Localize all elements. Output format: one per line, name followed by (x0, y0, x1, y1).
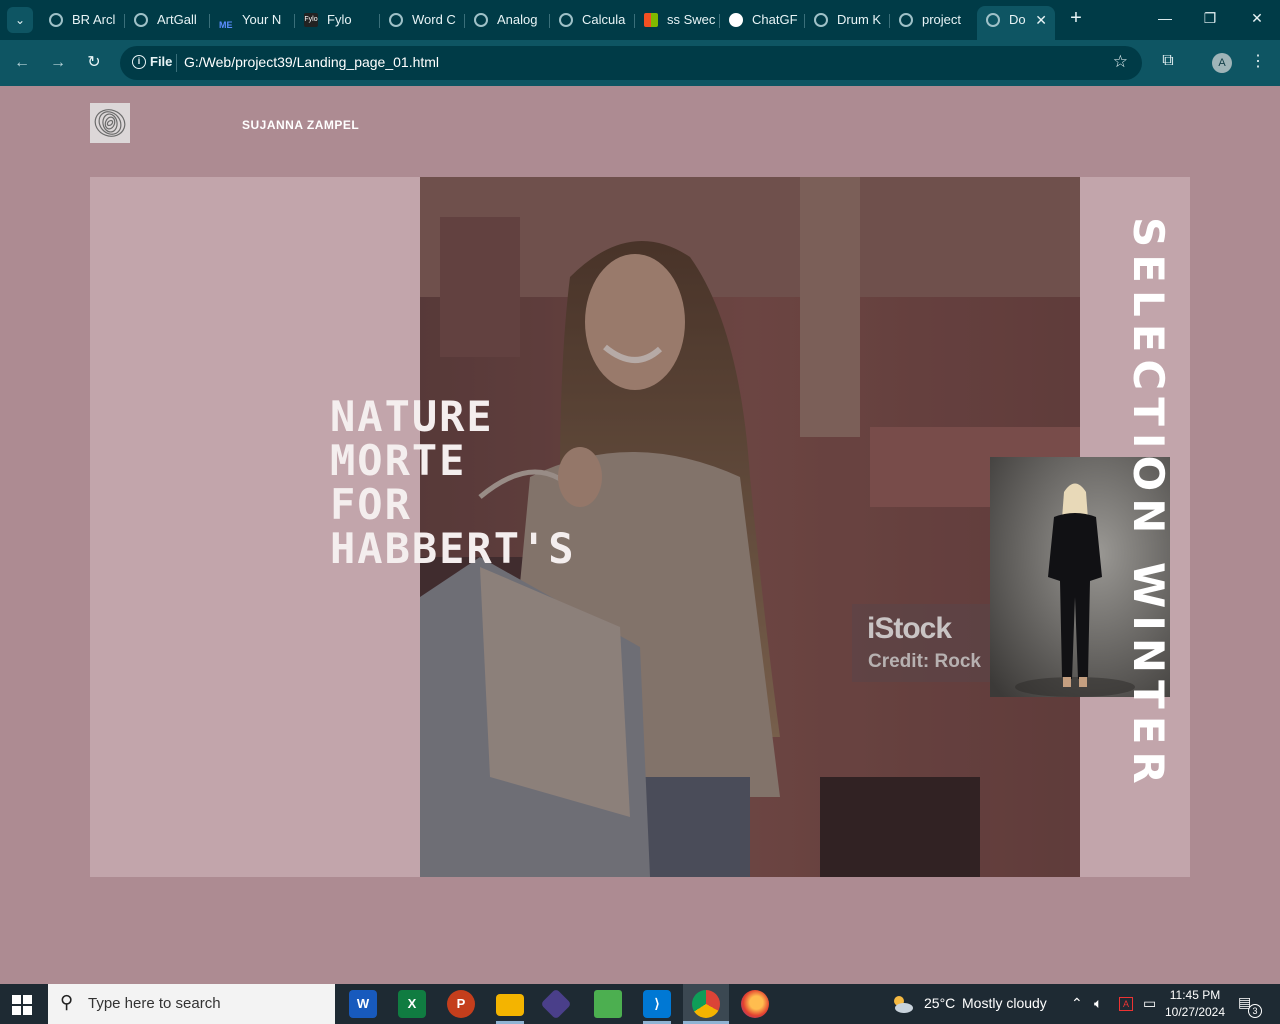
hero-title-line: HABBERT'S (330, 524, 576, 573)
browser-tab[interactable]: BR Arcl (40, 6, 125, 34)
bookmark-star-icon[interactable]: ☆ (1113, 52, 1128, 72)
windows-taskbar: ⚲ Type here to search W X P ⟩ 25°C Mostl… (0, 984, 1280, 1024)
address-bar[interactable]: i File G:/Web/project39/Landing_page_01.… (120, 46, 1142, 80)
hero-title: NATURE MORTE FOR HABBERT'S (330, 395, 690, 571)
close-window-icon[interactable]: ✕ (1247, 10, 1267, 27)
weather-temp[interactable]: 25°C (924, 995, 955, 1011)
notification-badge: 3 (1248, 1004, 1262, 1018)
chatgpt-icon (729, 13, 743, 27)
logo[interactable] (90, 103, 130, 143)
globe-icon (899, 13, 913, 27)
browser-tab[interactable]: Calcula (550, 6, 635, 34)
spiral-logo-icon (94, 109, 126, 137)
back-arrow-icon[interactable]: ← (12, 53, 32, 73)
browser-tab[interactable]: ChatGF (720, 6, 805, 34)
globe-icon (559, 13, 573, 27)
tab-search-button[interactable]: ⌄ (7, 7, 33, 33)
globe-icon (134, 13, 148, 27)
browser-tab-active[interactable]: Do ✕ (977, 6, 1055, 40)
pdf-tray-icon[interactable]: A (1119, 997, 1133, 1011)
windows-start-icon[interactable] (12, 995, 32, 1015)
browser-tab[interactable]: Analog (465, 6, 550, 34)
hero-title-line: FOR (330, 480, 412, 529)
taskbar-search-box[interactable]: ⚲ Type here to search (48, 984, 335, 1024)
chrome-icon[interactable] (692, 990, 720, 1018)
reload-icon[interactable]: ↻ (84, 53, 104, 73)
globe-icon (814, 13, 828, 27)
close-tab-icon[interactable]: ✕ (1035, 6, 1047, 34)
forward-arrow-icon[interactable]: → (48, 53, 68, 73)
hero-title-line: NATURE (330, 392, 494, 441)
weather-condition[interactable]: Mostly cloudy (962, 995, 1047, 1011)
grid-app-icon (644, 13, 658, 27)
globe-icon (389, 13, 403, 27)
powerpoint-icon[interactable]: P (447, 990, 475, 1018)
vscode-icon[interactable]: ⟩ (643, 990, 671, 1018)
watermark-credit: Credit: Rock (868, 651, 981, 672)
me-icon: ME (219, 20, 233, 30)
chevron-up-icon[interactable]: ⌃ (1071, 995, 1083, 1012)
browser-toolbar: ← → ↻ i File G:/Web/project39/Landing_pa… (0, 40, 1280, 86)
excel-icon[interactable]: X (398, 990, 426, 1018)
browser-tab[interactable]: ME Your N (210, 6, 295, 34)
fylo-icon: Fylo (304, 13, 318, 27)
info-icon[interactable]: i (132, 55, 146, 69)
new-tab-button[interactable]: + (1066, 8, 1086, 28)
vertical-collection-title: SELECTION WINTER (1124, 217, 1173, 791)
cloudy-weather-icon (894, 996, 913, 1013)
file-explorer-icon[interactable] (496, 994, 524, 1016)
hero-section: NATURE MORTE FOR HABBERT'S iStock Credit… (90, 177, 1190, 877)
watermark-logo: iStock (867, 612, 952, 645)
search-icon: ⚲ (60, 992, 74, 1012)
browser-tab[interactable]: ArtGall (125, 6, 210, 34)
scheme-label: File (150, 54, 173, 69)
browser-tab[interactable]: Word C (380, 6, 465, 34)
network-icon[interactable]: ▭ (1143, 995, 1156, 1012)
menu-kebab-icon[interactable]: ⋮ (1250, 51, 1266, 71)
search-placeholder: Type here to search (88, 995, 221, 1012)
browser-tab[interactable]: project (890, 6, 975, 34)
browser-tab[interactable]: Drum K (805, 6, 890, 34)
word-icon[interactable]: W (349, 990, 377, 1018)
globe-icon (986, 13, 1000, 27)
browser-tab[interactable]: ss Swec (635, 6, 720, 34)
hero-title-line: MORTE (330, 436, 467, 485)
globe-icon (474, 13, 488, 27)
browser-tab-bar: ⌄ BR Arcl ArtGall ME Your N Fylo Fylo Word… (0, 0, 1280, 40)
restore-icon[interactable]: ❐ (1200, 10, 1220, 27)
system-clock[interactable]: 11:45 PM 10/27/2024 (1160, 987, 1230, 1021)
browser-tab[interactable]: Fylo Fylo (295, 6, 380, 34)
firefox-icon[interactable] (741, 990, 769, 1018)
volume-icon[interactable]: 🔈︎ (1094, 995, 1102, 1012)
brand-name[interactable]: SUJANNA ZAMPEL (242, 118, 359, 132)
istock-watermark: iStock Credit: Rock (852, 604, 990, 682)
git-app-icon[interactable] (540, 988, 572, 1020)
landing-page: SUJANNA ZAMPEL NATURE MORTE FOR HABBERT'… (0, 86, 1280, 984)
node-icon[interactable] (594, 990, 622, 1018)
url-text[interactable]: G:/Web/project39/Landing_page_01.html (184, 54, 439, 70)
globe-icon (49, 13, 63, 27)
profile-avatar[interactable]: A (1212, 53, 1232, 73)
minimize-icon[interactable]: — (1155, 10, 1175, 26)
extensions-icon[interactable]: ⧉ (1158, 52, 1178, 72)
